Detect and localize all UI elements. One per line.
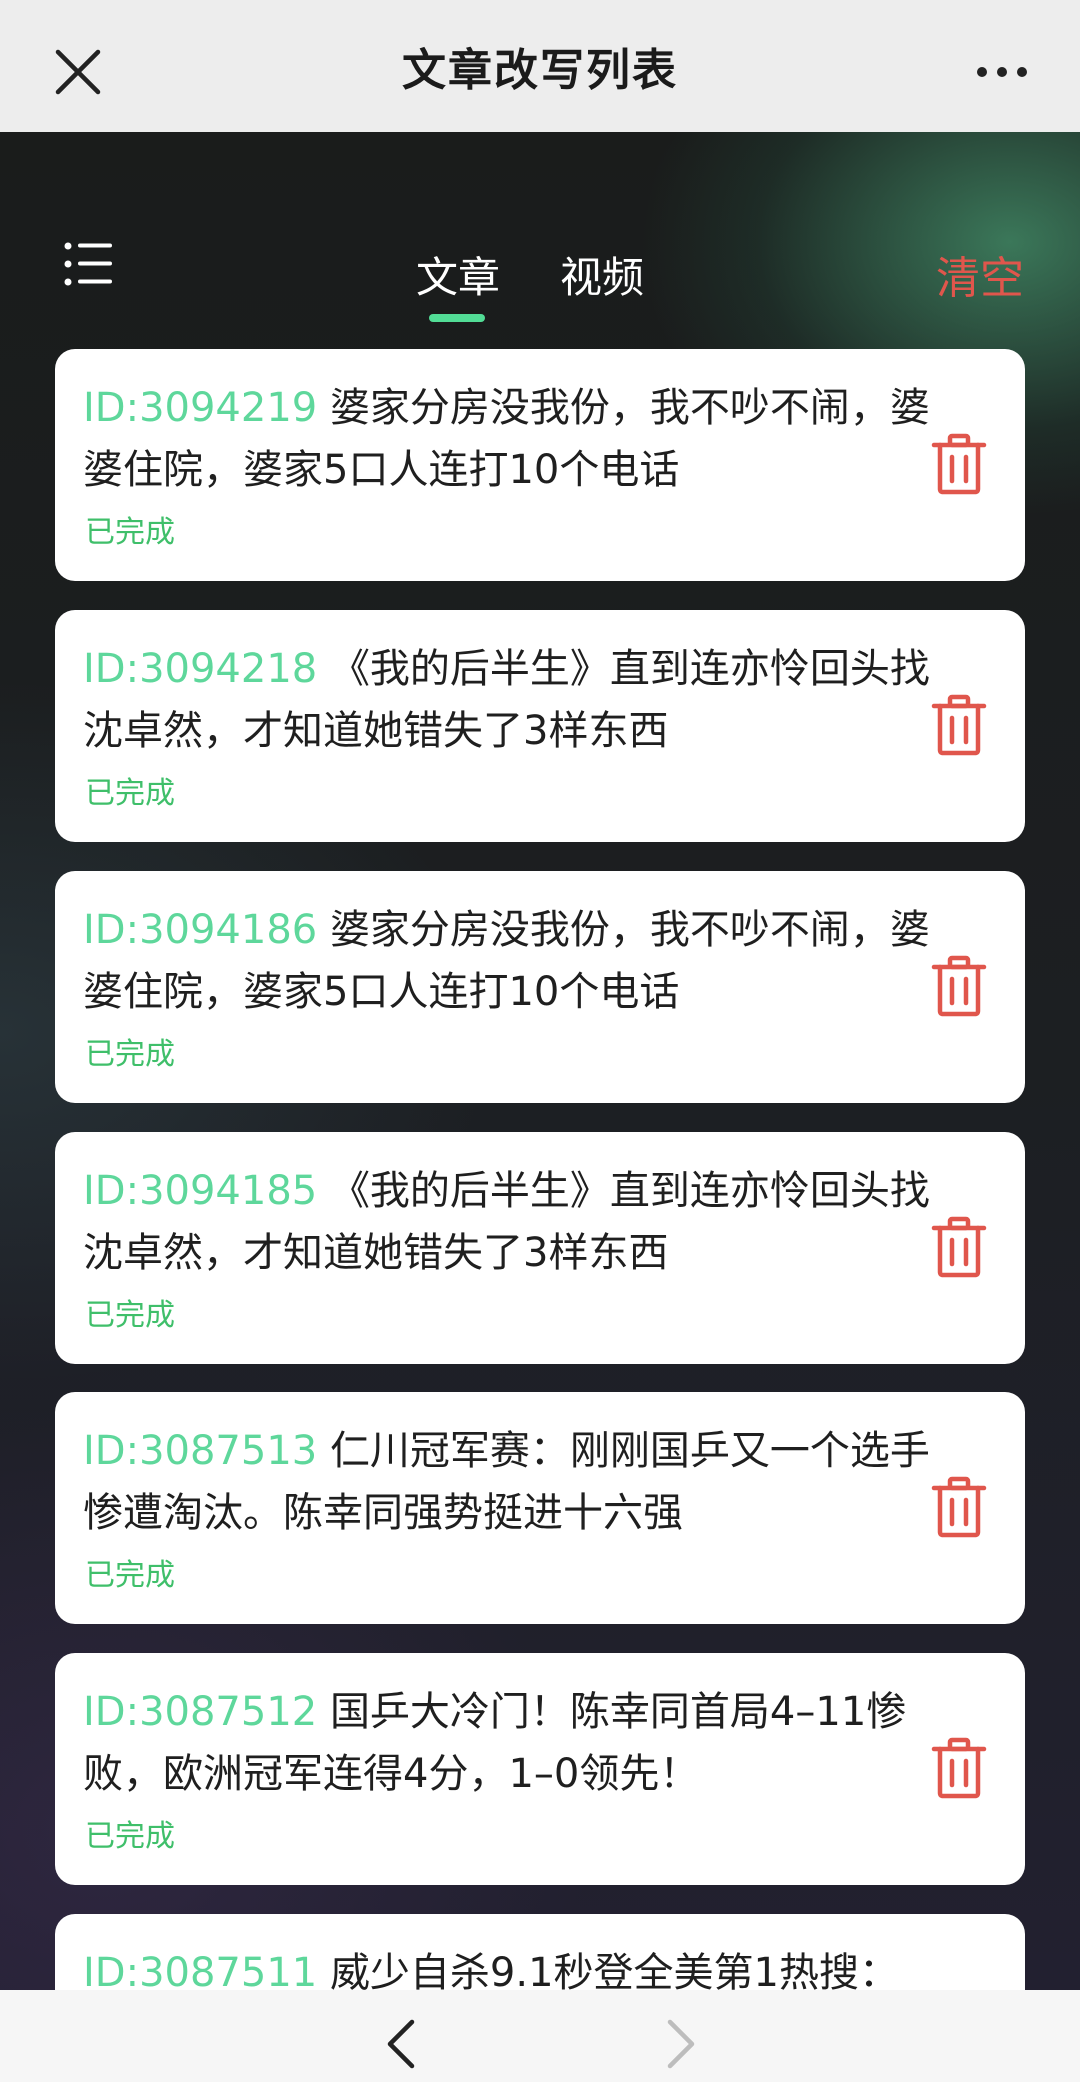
trash-icon[interactable] [931,694,987,756]
bottom-nav-bar [0,1990,1080,2082]
article-text: ID:3087512 国乒大冷门！陈幸同首局4–11惨败，欧洲冠军连得4分，1–… [83,1681,963,1805]
trash-icon[interactable] [931,1216,987,1278]
article-text: ID:3094218 《我的后半生》直到连亦怜回头找沈卓然，才知道她错失了3样东… [83,638,963,762]
article-id: ID:3087513 [83,1428,318,1474]
content-area: 文章 视频 清空 ID:3094219 婆家分房没我份，我不吵不闹，婆婆住院，婆… [0,132,1080,1990]
trash-icon[interactable] [931,1737,987,1799]
article-text: ID:3094185 《我的后半生》直到连亦怜回头找沈卓然，才知道她错失了3样东… [83,1160,963,1284]
status-label: 已完成 [85,1558,175,1593]
status-label: 已完成 [85,1298,175,1333]
trash-icon[interactable] [931,433,987,495]
article-card[interactable]: ID:3094219 婆家分房没我份，我不吵不闹，婆婆住院，婆家5口人连打10个… [55,349,1025,581]
article-card[interactable]: ID:3087511 威少自杀9.1秒登全美第1热搜： [55,1914,1025,1990]
article-text: ID:3087511 威少自杀9.1秒登全美第1热搜： [83,1942,963,1990]
chevron-left-icon[interactable] [384,2018,418,2070]
status-label: 已完成 [85,515,175,550]
article-title: 威少自杀9.1秒登全美第1热搜： [329,1950,899,1990]
status-label: 已完成 [85,1819,175,1854]
title-bar: 文章改写列表 [0,0,1080,132]
article-id: ID:3087512 [83,1689,318,1735]
article-text: ID:3087513 仁川冠军赛：刚刚国乒又一个选手惨遭淘汰。陈幸同强势挺进十六… [83,1420,963,1544]
article-id: ID:3094219 [83,385,318,431]
list-menu-icon[interactable] [64,242,114,286]
active-tab-indicator [429,314,485,322]
tab-article[interactable]: 文章 [416,244,500,305]
tab-video[interactable]: 视频 [560,244,644,305]
more-icon[interactable] [976,58,1028,86]
status-label: 已完成 [85,776,175,811]
article-id: ID:3087511 [83,1950,318,1990]
article-card[interactable]: ID:3094186 婆家分房没我份，我不吵不闹，婆婆住院，婆家5口人连打10个… [55,871,1025,1103]
status-label: 已完成 [85,1037,175,1072]
clear-button[interactable]: 清空 [936,242,1024,306]
article-card[interactable]: ID:3094218 《我的后半生》直到连亦怜回头找沈卓然，才知道她错失了3样东… [55,610,1025,842]
chevron-right-icon[interactable] [664,2018,698,2070]
article-card[interactable]: ID:3087513 仁川冠军赛：刚刚国乒又一个选手惨遭淘汰。陈幸同强势挺进十六… [55,1392,1025,1624]
trash-icon[interactable] [931,955,987,1017]
article-card[interactable]: ID:3087512 国乒大冷门！陈幸同首局4–11惨败，欧洲冠军连得4分，1–… [55,1653,1025,1885]
article-text: ID:3094186 婆家分房没我份，我不吵不闹，婆婆住院，婆家5口人连打10个… [83,899,963,1023]
trash-icon[interactable] [931,1476,987,1538]
article-card[interactable]: ID:3094185 《我的后半生》直到连亦怜回头找沈卓然，才知道她错失了3样东… [55,1132,1025,1364]
close-icon[interactable] [54,48,102,96]
article-id: ID:3094186 [83,907,318,953]
article-id: ID:3094185 [83,1168,318,1214]
page-title: 文章改写列表 [402,45,678,96]
article-text: ID:3094219 婆家分房没我份，我不吵不闹，婆婆住院，婆家5口人连打10个… [83,377,963,501]
article-id: ID:3094218 [83,646,318,692]
